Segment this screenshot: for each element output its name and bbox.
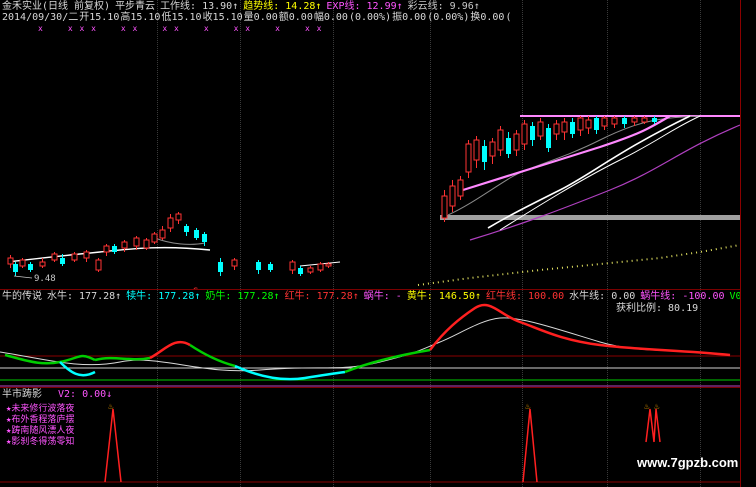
candle-body [325, 263, 332, 267]
candle-body [121, 241, 128, 249]
candle-body [7, 257, 14, 265]
candle-body [601, 117, 608, 127]
candle-body [256, 262, 261, 270]
candle-body [71, 253, 78, 261]
candle-body [441, 195, 448, 219]
candle-body [641, 117, 648, 123]
candle-body [497, 129, 504, 151]
candle-body [143, 239, 150, 249]
candle-body [465, 143, 472, 173]
fire-icon: ♨ [654, 402, 660, 412]
candle-body [611, 117, 618, 125]
oscillator-green-4 [344, 348, 431, 374]
candle-body [482, 146, 487, 162]
low-price-pointer [13, 275, 33, 279]
site-watermark: www.7gpzb.com [637, 455, 739, 470]
candle-body [95, 259, 102, 271]
candle-body [167, 217, 174, 229]
candle-body [513, 133, 520, 151]
candle-body [585, 119, 592, 129]
low-price-label: 9.48 [34, 274, 56, 284]
candle-body [13, 264, 18, 272]
candle-body [60, 258, 65, 264]
spike-1 [104, 408, 122, 483]
candle-body [175, 213, 182, 221]
candle-body [530, 126, 535, 140]
oscillator-chart[interactable] [0, 300, 740, 390]
candle-body [39, 261, 46, 267]
oscillator-green-2 [94, 356, 151, 362]
spike-2 [522, 408, 538, 483]
candle-body [449, 185, 456, 207]
candle-body [537, 121, 544, 137]
fire-icon: ♨ [644, 402, 650, 412]
candle-body [151, 233, 158, 243]
candle-body [577, 117, 584, 131]
spike-chart[interactable]: ♨ ♨ ♨ ♨ [0, 397, 740, 487]
candle-body [594, 118, 599, 130]
oscillator-thin [0, 317, 731, 372]
candle-body [103, 245, 110, 253]
candle-body [194, 230, 199, 238]
candle-body [28, 264, 33, 270]
spike-3 [645, 408, 661, 443]
panel-separator [0, 387, 740, 388]
candle-group [7, 116, 657, 276]
candle-body [202, 234, 207, 242]
fire-icon: ♨ [525, 402, 531, 412]
candle-body [473, 139, 480, 161]
support-band [440, 215, 740, 220]
candle-body [159, 229, 166, 239]
candle-body [546, 128, 551, 148]
candle-body [51, 253, 58, 261]
candle-body [83, 251, 90, 259]
candlestick-chart[interactable]: 9.48 S [0, 0, 740, 290]
candle-body [521, 123, 528, 145]
candle-body [489, 141, 496, 157]
candle-body [570, 122, 575, 134]
candle-body [652, 118, 657, 122]
candle-body [506, 138, 511, 154]
fire-icon: ♨ [108, 402, 114, 412]
oscillator-red-2 [429, 303, 731, 357]
candle-body [307, 267, 314, 273]
candle-body [457, 179, 464, 197]
candle-body [622, 118, 627, 124]
candle-body [112, 246, 117, 252]
right-scrollbar[interactable] [740, 0, 756, 487]
candle-body [268, 264, 273, 270]
candle-body [133, 237, 140, 247]
candle-body [289, 261, 296, 271]
candle-body [553, 123, 560, 135]
stock-chart-screen: 金禾实业(日线 前复权) 平步青云 工作线: 13.90↑ 趋势线: 14.28↑ EX… [0, 0, 756, 487]
candle-body [19, 259, 26, 267]
candle-body [561, 121, 568, 133]
candle-body [184, 226, 189, 232]
projection-dots [417, 244, 740, 286]
candle-body [298, 268, 303, 274]
panel-separator [0, 289, 740, 290]
candle-body [317, 263, 324, 271]
candle-body [218, 262, 223, 272]
candle-body [231, 259, 238, 267]
candle-body [631, 117, 638, 123]
